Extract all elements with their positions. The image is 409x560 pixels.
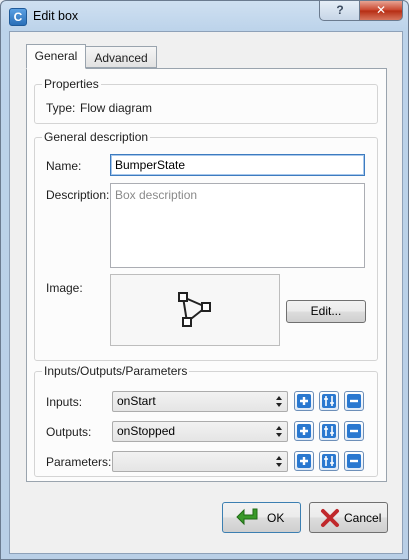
ok-label: OK	[267, 511, 285, 525]
image-preview[interactable]	[110, 274, 280, 346]
outputs-edit-button[interactable]	[319, 421, 339, 441]
type-value: Flow diagram	[80, 101, 153, 115]
remove-icon	[347, 454, 361, 468]
cancel-button[interactable]: Cancel	[309, 502, 388, 533]
outputs-label: Outputs:	[46, 425, 92, 439]
properties-group-title: Properties	[42, 77, 101, 91]
description-label: Description:	[46, 188, 110, 202]
image-edit-button[interactable]: Edit...	[286, 300, 366, 323]
ok-arrow-icon	[236, 508, 258, 526]
outputs-combo[interactable]: onStopped	[112, 421, 288, 442]
edit-icon	[322, 454, 336, 468]
ok-button[interactable]: OK	[222, 502, 301, 533]
tab-general[interactable]: General	[26, 44, 86, 69]
title-bar[interactable]: C Edit box ? ✕	[1, 1, 408, 31]
inputs-combo[interactable]: onStart	[112, 391, 288, 412]
type-label: Type:	[46, 101, 76, 115]
general-tab-panel: Properties Type: Flow diagram General de…	[26, 68, 387, 482]
remove-icon	[347, 394, 361, 408]
inputs-label: Inputs:	[46, 395, 83, 409]
edit-icon	[322, 394, 336, 408]
io-params-group-title: Inputs/Outputs/Parameters	[42, 364, 190, 378]
inputs-add-button[interactable]	[294, 391, 314, 411]
description-field[interactable]: Box description	[110, 183, 365, 268]
flow-diagram-icon	[178, 292, 211, 327]
add-icon	[297, 424, 311, 438]
window-title: Edit box	[33, 9, 79, 23]
cancel-x-icon	[321, 509, 339, 527]
updown-arrows-icon	[276, 396, 282, 407]
edit-icon	[322, 424, 336, 438]
parameters-label: Parameters:	[46, 455, 112, 469]
inputs-edit-button[interactable]	[319, 391, 339, 411]
parameters-combo[interactable]	[112, 451, 288, 472]
name-field[interactable]	[110, 154, 365, 176]
cancel-label: Cancel	[344, 511, 382, 525]
outputs-add-button[interactable]	[294, 421, 314, 441]
parameters-add-button[interactable]	[294, 451, 314, 471]
tab-advanced[interactable]: Advanced	[85, 46, 157, 68]
app-icon: C	[9, 8, 27, 26]
image-label: Image:	[46, 281, 83, 295]
parameters-edit-button[interactable]	[319, 451, 339, 471]
close-button[interactable]: ✕	[359, 1, 403, 21]
help-button[interactable]: ?	[319, 1, 361, 21]
general-description-group-title: General description	[42, 130, 151, 144]
inputs-combo-value: onStart	[117, 394, 156, 408]
name-label: Name:	[46, 159, 82, 173]
io-params-group: Inputs/Outputs/Parameters Inputs: onStar…	[34, 364, 378, 477]
dialog-client-area: General Advanced Properties Type: Flow d…	[9, 31, 403, 554]
outputs-combo-value: onStopped	[117, 424, 176, 438]
inputs-remove-button[interactable]	[344, 391, 364, 411]
add-icon	[297, 394, 311, 408]
outputs-remove-button[interactable]	[344, 421, 364, 441]
edit-box-window: C Edit box ? ✕ General Advanced Properti…	[0, 0, 409, 560]
remove-icon	[347, 424, 361, 438]
updown-arrows-icon	[276, 426, 282, 437]
general-description-group: General description Name: Description: B…	[34, 130, 378, 361]
properties-group: Properties Type: Flow diagram	[34, 77, 378, 124]
parameters-remove-button[interactable]	[344, 451, 364, 471]
add-icon	[297, 454, 311, 468]
updown-arrows-icon	[276, 456, 282, 467]
